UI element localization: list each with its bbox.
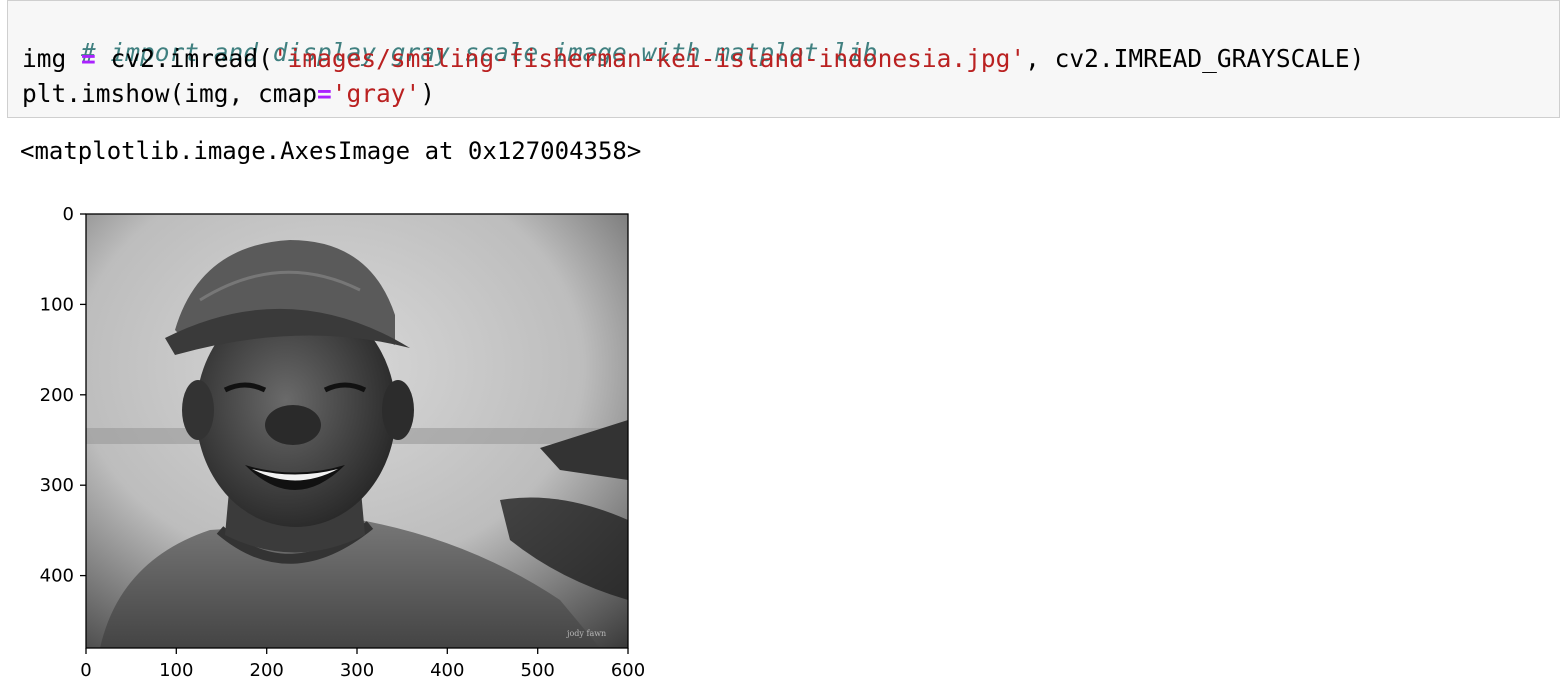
- cell-output-text: <matplotlib.image.AxesImage at 0x1270043…: [20, 137, 642, 165]
- code-token-var: img: [22, 44, 67, 73]
- code-token-string: 'gray': [331, 79, 421, 108]
- photo-watermark: jody fawn: [566, 629, 606, 638]
- y-axis-ticks: [80, 213, 86, 577]
- code-token-call: plt.imshow(img, cmap: [22, 79, 318, 108]
- x-tick-label: 400: [430, 660, 464, 681]
- x-axis-labels: 0 100 200 300 400 500 600: [80, 660, 645, 681]
- x-axis-ticks: [85, 648, 629, 654]
- code-line-2: img = cv2.imread('images/smiling-fisherm…: [22, 44, 1364, 73]
- y-tick-label: 300: [40, 475, 74, 496]
- y-tick-label: 200: [40, 385, 74, 406]
- code-token-call: cv2.imread(: [110, 44, 273, 73]
- code-token-string: 'images/smiling-fisherman-kei-island-ind…: [272, 44, 1026, 73]
- y-tick-label: 0: [63, 204, 74, 225]
- code-token-call-end: ): [420, 79, 436, 108]
- code-token-op: =: [81, 44, 96, 73]
- x-tick-label: 200: [250, 660, 284, 681]
- imshow-figure: jody fawn 0 100 200 300 400 500 600 0 10…: [40, 204, 646, 681]
- grayscale-photo: jody fawn: [86, 214, 628, 648]
- x-tick-label: 600: [611, 660, 645, 681]
- code-token-call-end: , cv2.IMREAD_GRAYSCALE): [1025, 44, 1365, 73]
- y-axis-labels: 0 100 200 300 400: [40, 204, 74, 587]
- y-tick-label: 400: [40, 566, 74, 587]
- x-tick-label: 100: [159, 660, 193, 681]
- code-token-op: =: [317, 79, 332, 108]
- code-cell-input[interactable]: # import and display gray scale image wi…: [7, 0, 1560, 118]
- code-line-3: plt.imshow(img, cmap='gray'): [22, 79, 435, 108]
- y-tick-label: 100: [40, 294, 74, 315]
- x-tick-label: 300: [340, 660, 374, 681]
- x-tick-label: 0: [80, 660, 91, 681]
- x-tick-label: 500: [521, 660, 555, 681]
